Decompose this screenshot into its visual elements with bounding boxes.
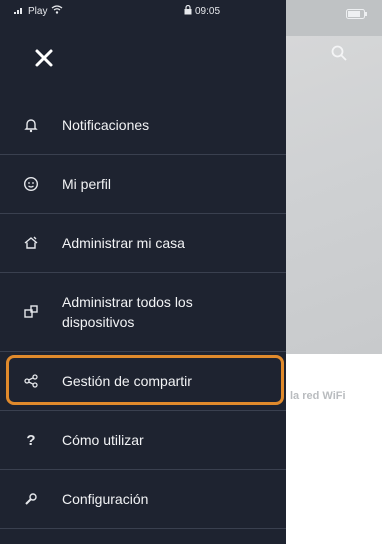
close-icon[interactable] (34, 48, 54, 68)
settings-icon (22, 490, 40, 508)
home-icon (22, 234, 40, 252)
search-icon[interactable] (330, 44, 348, 62)
share-icon (22, 372, 40, 390)
menu-item-how-to-use[interactable]: ? Cómo utilizar (0, 410, 286, 470)
wifi-icon (51, 5, 63, 17)
status-left: Play (14, 5, 63, 17)
menu-item-manage-devices[interactable]: Administrar todos los dispositivos (0, 273, 286, 352)
menu-item-notifications[interactable]: Notificaciones (0, 96, 286, 155)
drawer-menu: Notificaciones Mi perfil Administrar mi … (0, 96, 286, 529)
bell-icon (22, 116, 40, 134)
menu-item-label: Cómo utilizar (62, 432, 144, 448)
carrier-name: Play (28, 5, 48, 17)
lock-icon (184, 4, 192, 18)
question-icon: ? (26, 431, 36, 449)
status-time: 09:05 (184, 4, 221, 18)
menu-item-label: Gestión de compartir (62, 373, 192, 389)
side-drawer: Play 09:05 Notificaciones Mi perfil Admi… (0, 0, 286, 544)
background-banner-image (286, 36, 382, 354)
menu-item-profile[interactable]: Mi perfil (0, 155, 286, 214)
menu-item-label: Administrar mi casa (62, 235, 185, 251)
menu-item-label: Notificaciones (62, 117, 150, 133)
background-partial-text: la red WiFi (290, 390, 346, 402)
menu-item-label: Administrar todos los dispositivos (62, 294, 193, 330)
signal-icon (14, 6, 24, 17)
menu-item-label: Mi perfil (62, 176, 112, 192)
devices-icon (22, 303, 40, 321)
clock-text: 09:05 (195, 6, 221, 17)
menu-item-share-management[interactable]: Gestión de compartir (0, 352, 286, 410)
menu-item-label: Configuración (62, 491, 149, 507)
battery-icon (346, 9, 368, 21)
menu-item-settings[interactable]: Configuración (0, 470, 286, 529)
menu-item-manage-home[interactable]: Administrar mi casa (0, 214, 286, 273)
profile-icon (22, 175, 40, 193)
status-bar: Play 09:05 (0, 0, 286, 24)
